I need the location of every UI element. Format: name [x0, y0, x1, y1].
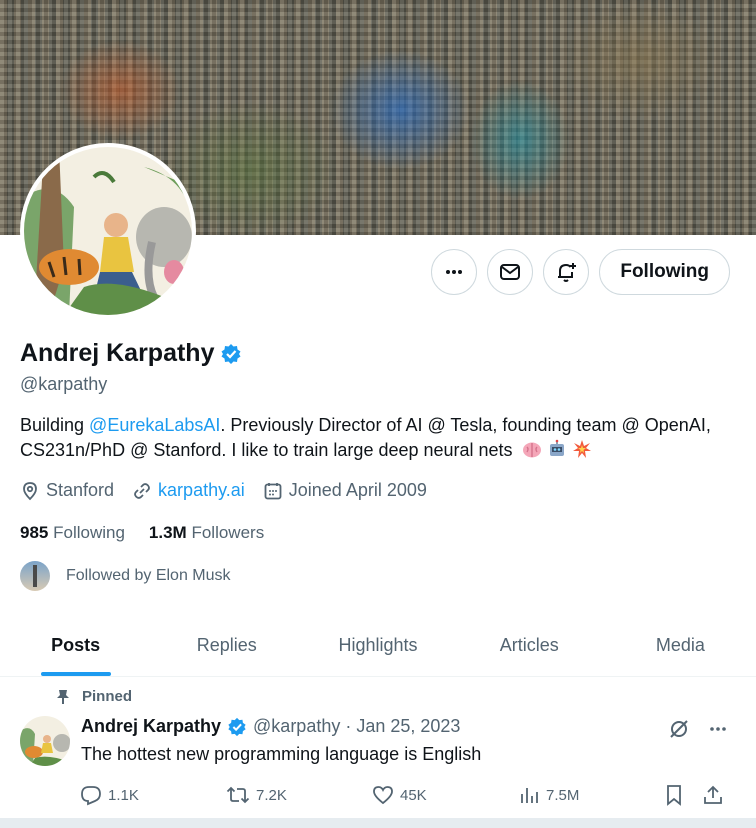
- bio-mention-link[interactable]: @EurekaLabsAI: [89, 415, 220, 435]
- share-icon: [704, 785, 722, 804]
- like-button[interactable]: 45K: [372, 784, 518, 806]
- tweet-text: The hottest new programming language is …: [81, 744, 482, 764]
- notifications-add-icon: [558, 263, 577, 282]
- profile-handle: @karpathy: [20, 374, 108, 394]
- tab-replies[interactable]: Replies: [151, 615, 302, 676]
- repost-icon: [226, 786, 250, 804]
- tab-articles[interactable]: Articles: [454, 615, 605, 676]
- more-button[interactable]: [431, 249, 478, 295]
- notifications-button[interactable]: [543, 249, 590, 295]
- more-icon[interactable]: [708, 719, 728, 739]
- share-button[interactable]: [702, 784, 724, 806]
- bookmark-icon: [667, 785, 681, 806]
- profile-website[interactable]: karpathy.ai: [132, 480, 245, 501]
- verified-badge-icon: [228, 717, 246, 736]
- profile-tabs: Posts Replies Highlights Articles Media: [0, 615, 756, 677]
- followed-by[interactable]: Followed by Elon Musk: [20, 561, 231, 591]
- profile-location: Stanford: [20, 480, 114, 501]
- tweet-meta[interactable]: @karpathy · Jan 25, 2023: [253, 716, 460, 737]
- reply-button[interactable]: 1.1K: [80, 784, 226, 806]
- reply-icon: [81, 786, 101, 806]
- link-icon: [134, 482, 150, 499]
- verified-badge-icon[interactable]: [220, 343, 242, 365]
- grok-icon[interactable]: [668, 718, 690, 740]
- repost-button[interactable]: 7.2K: [226, 784, 372, 806]
- followers-count-link[interactable]: 1.3M Followers: [149, 523, 264, 543]
- brain-emoji: [522, 442, 541, 458]
- robot-emoji: [549, 439, 564, 456]
- pin-icon: [57, 689, 69, 704]
- tab-media[interactable]: Media: [605, 615, 756, 676]
- profile-avatar[interactable]: [20, 143, 196, 319]
- collision-emoji: [572, 440, 591, 458]
- bottom-divider: [0, 818, 756, 828]
- pinned-tweet[interactable]: Pinned Andrej Karpathy @karpathy · Jan 2…: [0, 678, 756, 818]
- bookmark-button[interactable]: [664, 784, 702, 806]
- views-icon: [521, 788, 538, 803]
- following-button[interactable]: Following: [599, 249, 730, 295]
- following-count-link[interactable]: 985 Following: [20, 523, 125, 543]
- profile-joined-date: Joined April 2009: [263, 480, 427, 501]
- heart-icon: [373, 786, 393, 805]
- message-icon: [500, 264, 521, 280]
- more-icon: [446, 270, 463, 274]
- follower-avatar: [20, 561, 50, 591]
- tweet-author-avatar[interactable]: [20, 716, 70, 766]
- profile-bio: Building @EurekaLabsAI. Previously Direc…: [20, 415, 711, 460]
- views-button[interactable]: 7.5M: [518, 784, 664, 806]
- profile-name: Andrej Karpathy: [20, 339, 215, 367]
- tab-highlights[interactable]: Highlights: [302, 615, 453, 676]
- location-pin-icon: [23, 481, 37, 500]
- calendar-icon: [264, 482, 282, 499]
- message-button[interactable]: [487, 249, 534, 295]
- pinned-indicator: Pinned: [56, 688, 132, 705]
- tab-posts[interactable]: Posts: [0, 615, 151, 676]
- tweet-author-name[interactable]: Andrej Karpathy: [81, 716, 221, 737]
